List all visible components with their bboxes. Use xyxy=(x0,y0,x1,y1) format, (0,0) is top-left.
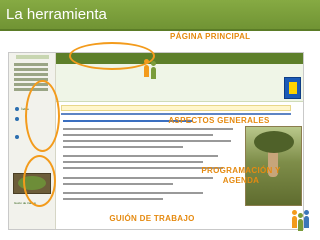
callout-aspectos-generales: ASPECTOS GENERALES xyxy=(168,116,270,125)
slide-title: La herramienta xyxy=(6,6,107,23)
sidebar-search-bar xyxy=(16,55,49,59)
text-line xyxy=(63,177,213,179)
bullet-icon xyxy=(15,107,19,111)
sidebar-menu-item[interactable] xyxy=(14,63,48,66)
text-line xyxy=(63,192,203,194)
highlight-oval-left xyxy=(25,80,60,152)
callout-guion-de-trabajo: GUIÓN DE TRABAJO xyxy=(109,214,195,223)
slide-header: La herramienta xyxy=(0,0,320,31)
project-logo-bottom xyxy=(291,210,311,232)
text-line xyxy=(63,155,218,157)
flag-icon xyxy=(284,77,301,99)
sidebar-menu-item[interactable] xyxy=(14,73,48,76)
text-line xyxy=(63,161,203,163)
bullet-icon xyxy=(15,135,19,139)
highlight-oval-bottom xyxy=(23,155,56,207)
bullet-icon xyxy=(15,117,19,121)
text-line xyxy=(63,146,183,148)
text-line xyxy=(63,198,163,200)
text-line xyxy=(63,183,173,185)
callout-pagina-principal: PÁGINA PRINCIPAL xyxy=(170,32,251,41)
text-line xyxy=(63,140,231,142)
screenshot-logo-strip xyxy=(56,64,303,102)
text-line xyxy=(63,128,233,130)
highlight-oval-top xyxy=(69,42,155,70)
sidebar-menu-item[interactable] xyxy=(14,68,48,71)
text-line xyxy=(63,134,213,136)
welcome-banner xyxy=(61,105,291,111)
callout-programacion-line1: PROGRAMACIÓN Y xyxy=(201,166,281,175)
callout-programacion-line2: AGENDA xyxy=(222,176,260,185)
banner-divider xyxy=(61,113,291,115)
